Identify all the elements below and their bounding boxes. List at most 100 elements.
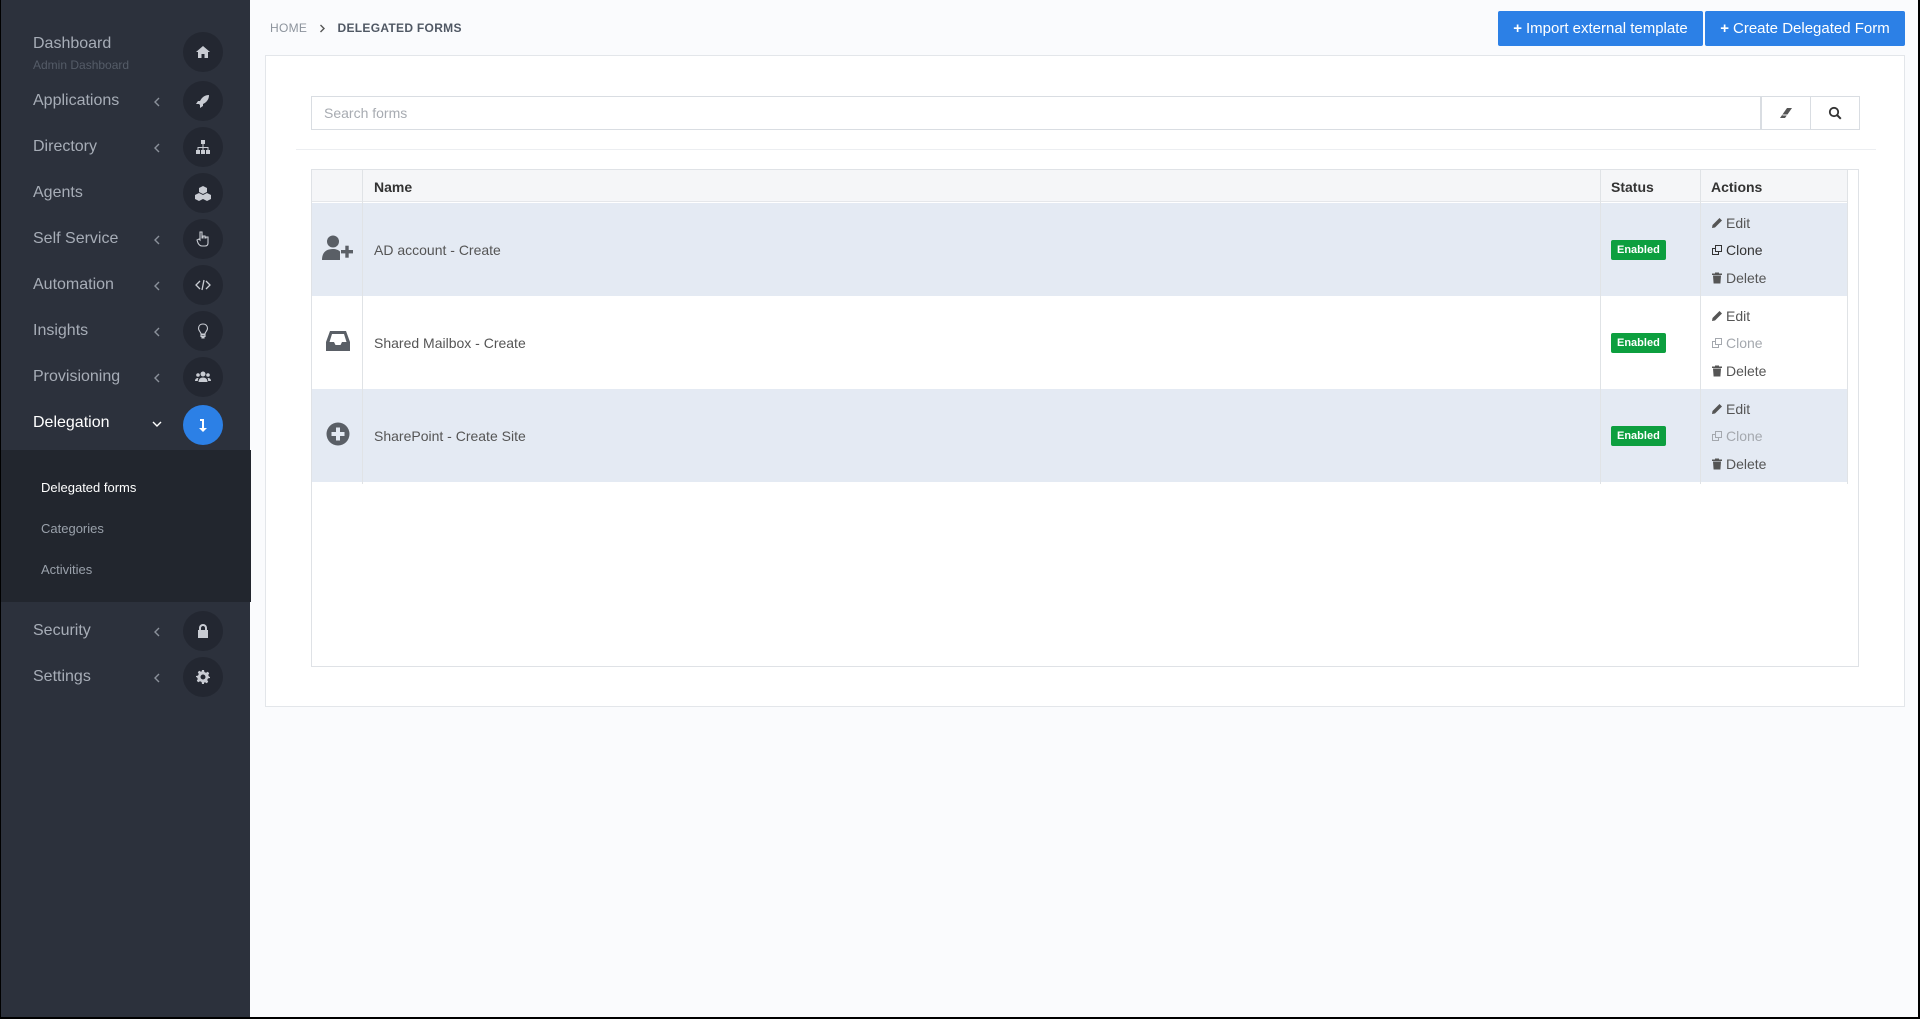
trash-icon: [1712, 272, 1722, 284]
forms-table: Name Status Actions AD account - Create …: [311, 169, 1859, 667]
level-down-icon: [183, 405, 223, 445]
hand-pointer-icon: [183, 219, 223, 259]
sidebar-item-directory[interactable]: Directory: [1, 124, 251, 170]
column-divider: [362, 170, 363, 484]
form-name[interactable]: SharePoint - Create Site: [374, 428, 526, 444]
sidebar-item-agents[interactable]: Agents: [1, 170, 251, 216]
eraser-icon: [1780, 108, 1792, 118]
delete-action[interactable]: Delete: [1711, 456, 1766, 472]
sidebar-item-label: Insights: [33, 322, 89, 339]
chevron-left-icon: [152, 235, 162, 245]
table-row: SharePoint - Create Site Enabled Edit Cl…: [312, 389, 1847, 482]
sidebar-item-provisioning[interactable]: Provisioning: [1, 354, 251, 400]
plus-circle-icon: [322, 419, 354, 449]
clone-label: Clone: [1726, 242, 1763, 258]
trash-icon: [1712, 458, 1722, 470]
column-divider: [1700, 170, 1701, 484]
clear-search-button[interactable]: [1761, 96, 1811, 130]
sidebar-item-delegation[interactable]: Delegation: [1, 400, 251, 446]
sidebar: Dashboard Admin Dashboard Applications D…: [0, 0, 251, 1019]
edit-action[interactable]: Edit: [1711, 401, 1750, 417]
cubes-icon: [183, 173, 223, 213]
table-header: Name Status Actions: [312, 170, 1847, 202]
delegation-submenu: Delegated forms Categories Activities: [1, 450, 251, 602]
sidebar-item-label: Self Service: [33, 230, 119, 247]
column-header-name[interactable]: Name: [374, 179, 412, 195]
users-icon: [183, 357, 223, 397]
sidebar-item-label: Applications: [33, 92, 120, 109]
search-icon: [1828, 106, 1842, 120]
chevron-left-icon: [152, 97, 162, 107]
submenu-item-delegated-forms[interactable]: Delegated forms: [41, 480, 136, 495]
clone-action[interactable]: Clone: [1711, 428, 1763, 444]
plus-icon: +: [1720, 20, 1729, 37]
sidebar-item-self-service[interactable]: Self Service: [1, 216, 251, 262]
clone-icon: [1712, 431, 1722, 441]
sitemap-icon: [183, 127, 223, 167]
form-name[interactable]: Shared Mailbox - Create: [374, 335, 526, 351]
delete-label: Delete: [1726, 363, 1767, 379]
search-button[interactable]: [1810, 96, 1860, 130]
chevron-left-icon: [152, 373, 162, 383]
divider: [296, 149, 1876, 150]
column-header-actions: Actions: [1711, 179, 1763, 195]
clone-icon: [1712, 338, 1722, 348]
code-icon: [183, 265, 223, 305]
clone-label: Clone: [1726, 335, 1763, 351]
chevron-left-icon: [152, 327, 162, 337]
gear-icon: [183, 657, 223, 697]
sidebar-item-applications[interactable]: Applications: [1, 78, 251, 124]
sidebar-item-label: Security: [33, 622, 91, 639]
user-plus-icon: [322, 233, 354, 263]
table-row: AD account - Create Enabled Edit Clone D…: [312, 203, 1847, 296]
home-icon: [183, 32, 223, 72]
edit-action[interactable]: Edit: [1711, 308, 1750, 324]
submenu-item-categories[interactable]: Categories: [41, 521, 104, 536]
edit-action[interactable]: Edit: [1711, 215, 1750, 231]
inbox-icon: [322, 326, 354, 356]
delete-label: Delete: [1726, 270, 1767, 286]
delete-label: Delete: [1726, 456, 1767, 472]
delete-action[interactable]: Delete: [1711, 270, 1766, 286]
clone-action[interactable]: Clone: [1711, 242, 1763, 258]
rocket-icon: [183, 81, 223, 121]
sidebar-item-settings[interactable]: Settings: [1, 654, 251, 700]
column-divider: [1600, 170, 1601, 484]
form-name[interactable]: AD account - Create: [374, 242, 501, 258]
search-box: [311, 96, 1761, 130]
clone-label: Clone: [1726, 428, 1763, 444]
clone-icon: [1712, 245, 1722, 255]
edit-label: Edit: [1726, 215, 1751, 231]
chevron-right-icon: [319, 21, 326, 35]
lightbulb-icon: [183, 311, 223, 351]
sidebar-item-label: Provisioning: [33, 368, 121, 385]
delete-action[interactable]: Delete: [1711, 363, 1766, 379]
chevron-down-icon: [152, 419, 162, 429]
status-badge: Enabled: [1611, 333, 1666, 353]
sidebar-item-insights[interactable]: Insights: [1, 308, 251, 354]
sidebar-item-label: Automation: [33, 276, 114, 293]
sidebar-item-label: Dashboard: [33, 35, 112, 52]
status-badge: Enabled: [1611, 426, 1666, 446]
breadcrumb-home[interactable]: HOME: [270, 21, 307, 35]
chevron-left-icon: [152, 673, 162, 683]
chevron-left-icon: [152, 143, 162, 153]
submenu-item-activities[interactable]: Activities: [41, 562, 92, 577]
sidebar-item-automation[interactable]: Automation: [1, 262, 251, 308]
sidebar-item-security[interactable]: Security: [1, 608, 251, 654]
import-template-button[interactable]: + Import external template: [1498, 11, 1703, 46]
search-input[interactable]: [312, 97, 1760, 129]
create-delegated-form-label: Create Delegated Form: [1733, 20, 1890, 37]
sidebar-item-label: Directory: [33, 138, 98, 155]
create-delegated-form-button[interactable]: + Create Delegated Form: [1705, 11, 1905, 46]
chevron-left-icon: [152, 627, 162, 637]
pencil-icon: [1712, 218, 1722, 228]
column-header-status[interactable]: Status: [1611, 179, 1654, 195]
clone-action[interactable]: Clone: [1711, 335, 1763, 351]
pencil-icon: [1712, 404, 1722, 414]
status-badge: Enabled: [1611, 240, 1666, 260]
sidebar-item-dashboard[interactable]: Dashboard Admin Dashboard: [1, 28, 251, 74]
breadcrumb-current: DELEGATED FORMS: [337, 21, 462, 35]
breadcrumb: HOME DELEGATED FORMS: [270, 21, 462, 35]
plus-icon: +: [1513, 20, 1522, 37]
